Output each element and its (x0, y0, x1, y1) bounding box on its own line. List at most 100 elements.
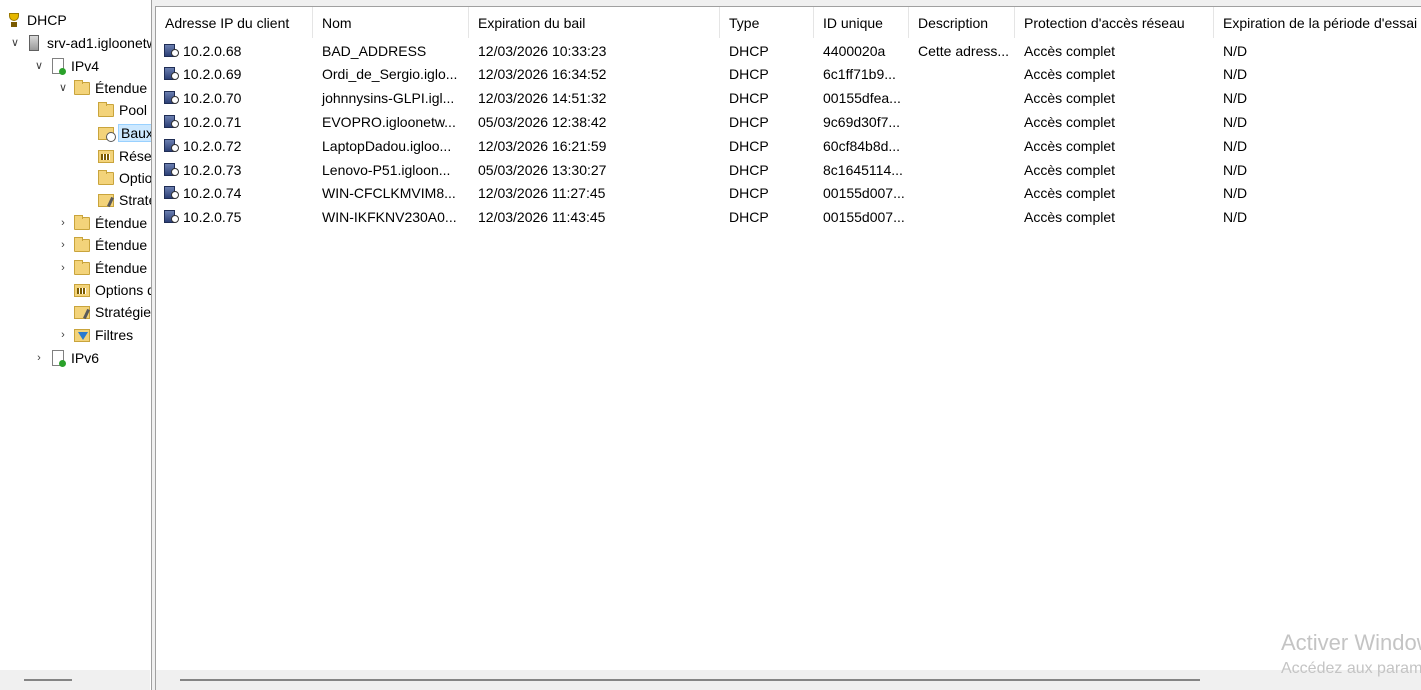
folder-icon (74, 80, 90, 95)
tree-node-reservations[interactable]: Réservations (80, 145, 152, 166)
column-header-name[interactable]: Nom (313, 7, 469, 38)
column-header-description[interactable]: Description (909, 7, 1015, 38)
chevron-right-icon[interactable]: › (56, 238, 70, 252)
cell-text: 10.2.0.74 (183, 185, 242, 202)
tree-node-label: srv-ad1.igloonetwork.fr (47, 34, 151, 51)
column-header-nap[interactable]: Protection d'accès réseau (1015, 7, 1214, 38)
cell-type: DHCP (729, 185, 769, 202)
chevron-right-icon[interactable]: › (56, 328, 70, 342)
tree-node-label: Options d'étendue (119, 169, 152, 186)
column-header-probation[interactable]: Expiration de la période d'essai (1214, 7, 1421, 38)
column-header-expiration[interactable]: Expiration du bail (469, 7, 720, 38)
lease-client-icon (163, 66, 181, 82)
cell-probation: N/D (1223, 209, 1248, 226)
tree-node-scope-1[interactable]: ∨ Étendue (56, 77, 147, 98)
table-row[interactable]: 10.2.0.71 EVOPRO.igloonetw... 05/03/2026 1… (156, 110, 1421, 133)
cell-unique-id: 00155d007... (823, 209, 905, 226)
tree-node-label: Filtres (95, 326, 134, 343)
chevron-right-icon[interactable]: › (56, 261, 70, 275)
lease-client-icon (163, 114, 181, 130)
tree-node-label: IPv4 (71, 57, 100, 74)
column-header-type[interactable]: Type (720, 7, 814, 38)
cell-expiration: 12/03/2026 11:43:45 (478, 209, 606, 226)
cell-expiration: 05/03/2026 13:30:27 (478, 161, 607, 178)
lease-folder-icon (98, 127, 116, 142)
cell-type: DHCP (729, 90, 769, 107)
table-row[interactable]: 10.2.0.68 BAD_ADDRESS 12/03/2026 10:33:23 D… (156, 39, 1421, 62)
table-row[interactable]: 10.2.0.75 WIN-IKFKNV230A0... 12/03/2026 11… (156, 206, 1421, 229)
tree-node-scope-options[interactable]: Options d'étendue (80, 167, 152, 188)
tree-node-server-options[interactable]: Options de serveur (56, 279, 151, 300)
tree-node-label: DHCP (27, 11, 67, 28)
lease-list-view: Adresse IP du client Nom Expiration du b… (155, 6, 1421, 690)
lease-client-icon (163, 162, 181, 178)
tree-node-server-policies[interactable]: Stratégies (56, 301, 151, 322)
cell-unique-id: 00155dfea... (823, 90, 901, 107)
tree-node-scope-4[interactable]: › Étendue (56, 257, 147, 278)
cell-text: 10.2.0.73 (183, 161, 242, 178)
cell-name: Lenovo-P51.igloon... (322, 161, 451, 178)
scrollbar-thumb[interactable] (24, 679, 72, 681)
pen-folder-icon (74, 306, 90, 319)
table-row[interactable]: 10.2.0.70 johnnysins-GLPI.igl... 12/03/202… (156, 87, 1421, 110)
chevron-right-icon[interactable]: › (56, 216, 70, 230)
tree-node-label: Options de serveur (95, 281, 151, 298)
tree-horizontal-scrollbar[interactable] (0, 670, 150, 690)
cell-expiration: 12/03/2026 16:21:59 (478, 137, 607, 154)
cell-text: 10.2.0.72 (183, 137, 242, 154)
list-horizontal-scrollbar[interactable] (156, 670, 1421, 690)
cell-ip: 10.2.0.70 (156, 87, 313, 110)
tree-node-label: Étendue (95, 79, 148, 96)
tree-node-server[interactable]: ∨ srv-ad1.igloonetwork.fr (8, 32, 151, 53)
tree-node-label: Baux d'adresses (117, 123, 151, 142)
tree-node-dhcp[interactable]: DHCP (6, 9, 67, 30)
folder-icon (98, 102, 114, 117)
table-row[interactable]: 10.2.0.73 Lenovo-P51.igloon... 05/03/2026 … (156, 158, 1421, 181)
chevron-right-icon[interactable]: › (32, 351, 46, 365)
tree-node-scope-3[interactable]: › Étendue (56, 234, 147, 255)
cell-unique-id: 00155d007... (823, 185, 905, 202)
dhcp-console-window: DHCP ∨ srv-ad1.igloonetwork.fr ∨ IPv4 ∨ … (0, 0, 1421, 690)
tree-node-label: Étendue (95, 236, 148, 253)
column-header-ip[interactable]: Adresse IP du client (156, 7, 313, 38)
table-row[interactable]: 10.2.0.72 LaptopDadou.igloo... 12/03/2026 … (156, 134, 1421, 157)
cell-text: 10.2.0.69 (183, 66, 242, 83)
tree-node-ipv4[interactable]: ∨ IPv4 (32, 55, 99, 76)
tree-node-ipv6[interactable]: › IPv6 (32, 347, 99, 368)
cell-description (909, 110, 1015, 133)
cell-description (909, 134, 1015, 157)
cell-probation: N/D (1223, 66, 1248, 83)
cell-ip: 10.2.0.68 (156, 39, 313, 62)
cell-expiration: 12/03/2026 14:51:32 (478, 90, 607, 107)
cell-ip: 10.2.0.75 (156, 206, 313, 229)
chevron-down-icon[interactable]: ∨ (56, 81, 70, 95)
chevron-down-icon[interactable]: ∨ (8, 36, 22, 50)
cell-type: DHCP (729, 42, 769, 59)
column-header-row: Adresse IP du client Nom Expiration du b… (156, 7, 1421, 38)
folder-icon (98, 170, 114, 185)
cell-nap: Accès complet (1024, 90, 1116, 107)
table-row[interactable]: 10.2.0.69 Ordi_de_Sergio.iglo... 12/03/202… (156, 63, 1421, 86)
scrollbar-thumb[interactable] (180, 679, 1200, 681)
cell-type: DHCP (729, 137, 769, 154)
cell-nap: Accès complet (1024, 137, 1116, 154)
grid-folder-icon (98, 150, 114, 163)
folder-icon (74, 215, 90, 230)
cell-name: johnnysins-GLPI.igl... (322, 90, 455, 107)
tree-node-scope-2[interactable]: › Étendue (56, 212, 147, 233)
column-header-unique-id[interactable]: ID unique (814, 7, 909, 38)
chevron-down-icon[interactable]: ∨ (32, 59, 46, 73)
cell-type: DHCP (729, 113, 769, 130)
ipv4-icon (52, 57, 66, 75)
table-row[interactable]: 10.2.0.74 WIN-CFCLKMVIM8... 12/03/2026 11:… (156, 182, 1421, 205)
cell-nap: Accès complet (1024, 185, 1116, 202)
cell-expiration: 05/03/2026 12:38:42 (478, 113, 607, 130)
cell-name: LaptopDadou.igloo... (322, 137, 452, 154)
tree-node-label: Réservations (119, 147, 152, 164)
watermark-line-1: Activer Windows (1281, 630, 1421, 655)
tree-node-address-leases[interactable]: Baux d'adresses (80, 122, 151, 143)
cell-name: Ordi_de_Sergio.iglo... (322, 66, 458, 83)
tree-node-address-pool[interactable]: Pool d'adresses (80, 99, 151, 120)
tree-node-scope-policies[interactable]: Stratégies (80, 189, 151, 210)
tree-node-filters[interactable]: › Filtres (56, 324, 133, 345)
